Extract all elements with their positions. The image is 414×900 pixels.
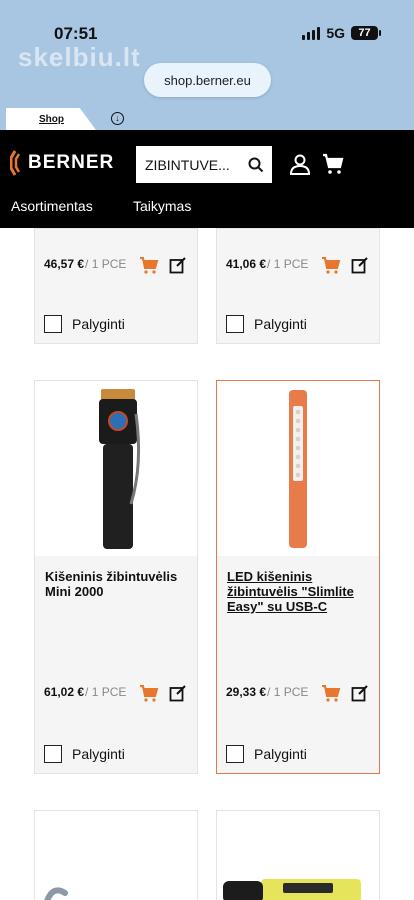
search-icon[interactable]	[240, 146, 272, 183]
cart-icon[interactable]	[319, 150, 347, 178]
network-type: 5G	[326, 25, 345, 41]
product-unit: / 1 PCE	[267, 685, 309, 699]
compare-option[interactable]: Palyginti	[226, 745, 307, 763]
add-to-list-icon[interactable]	[169, 684, 187, 702]
browser-top: 07:51 5G 77 skelbiu.lt shop.berner.eu Sh…	[0, 0, 414, 130]
product-image[interactable]	[35, 381, 197, 556]
price-row: 41,06 € / 1 PCE	[226, 257, 308, 271]
price-row: 29,33 € / 1 PCE	[226, 685, 308, 699]
product-card[interactable]	[34, 810, 198, 900]
url-bar[interactable]: shop.berner.eu	[144, 63, 271, 97]
product-price: 46,57 €	[44, 257, 85, 271]
signal-icon	[302, 26, 321, 40]
price-row: 46,57 € / 1 PCE	[44, 257, 126, 271]
compare-label: Palyginti	[72, 316, 125, 332]
url-text: shop.berner.eu	[164, 72, 251, 88]
brand-name: BERNER	[28, 152, 115, 173]
download-circle-icon[interactable]: ↓	[111, 112, 124, 125]
product-card-highlighted[interactable]: LED kišeninis žibintuvėlis "Slimlite Eas…	[216, 380, 380, 774]
product-unit: / 1 PCE	[85, 257, 127, 271]
site-header: BERNER ZIBINTUVE... Asortimentas Taikyma…	[0, 130, 414, 228]
brand-logo[interactable]: BERNER	[10, 150, 114, 176]
product-card[interactable]	[216, 810, 380, 900]
price-row: 61,02 € / 1 PCE	[44, 685, 126, 699]
compare-label: Palyginti	[72, 746, 125, 762]
compare-label: Palyginti	[254, 316, 307, 332]
compare-checkbox[interactable]	[226, 315, 244, 333]
compare-option[interactable]: Palyginti	[226, 315, 307, 333]
status-time: 07:51	[54, 24, 98, 43]
slimlite-image	[289, 390, 307, 548]
add-to-cart-icon[interactable]	[139, 256, 159, 274]
search-input[interactable]: ZIBINTUVE...	[136, 146, 272, 183]
add-to-cart-icon[interactable]	[139, 684, 159, 702]
product-unit: / 1 PCE	[85, 685, 127, 699]
product-card[interactable]: 41,06 € / 1 PCE Palyginti	[216, 228, 380, 344]
product-image[interactable]	[217, 381, 379, 556]
product-image	[44, 887, 68, 900]
add-to-cart-icon[interactable]	[321, 684, 341, 702]
add-to-list-icon[interactable]	[169, 256, 187, 274]
compare-label: Palyginti	[254, 746, 307, 762]
product-price: 61,02 €	[44, 685, 85, 699]
product-unit: / 1 PCE	[267, 257, 309, 271]
nav-application[interactable]: Taikymas	[133, 198, 191, 214]
add-to-list-icon[interactable]	[351, 256, 369, 274]
compare-checkbox[interactable]	[44, 315, 62, 333]
product-title-link[interactable]: LED kišeninis žibintuvėlis "Slimlite Eas…	[227, 569, 375, 614]
battery-level: 77	[358, 27, 371, 39]
compare-checkbox[interactable]	[44, 745, 62, 763]
compare-option[interactable]: Palyginti	[44, 745, 125, 763]
user-icon[interactable]	[286, 150, 314, 178]
product-price: 41,06 €	[226, 257, 267, 271]
tab-shop[interactable]: Shop	[6, 108, 96, 130]
add-to-list-icon[interactable]	[351, 684, 369, 702]
product-card[interactable]: 46,57 € / 1 PCE Palyginti	[34, 228, 198, 344]
product-card[interactable]: Kišeninis žibintuvėlis Mini 2000 61,02 €…	[34, 380, 198, 774]
product-title[interactable]: Kišeninis žibintuvėlis Mini 2000	[45, 569, 193, 599]
status-indicators: 5G 77	[302, 25, 381, 41]
compare-checkbox[interactable]	[226, 745, 244, 763]
nav-assortment[interactable]: Asortimentas	[11, 198, 93, 214]
watermark: skelbiu.lt	[18, 42, 141, 72]
battery-icon: 77	[351, 26, 381, 40]
search-value: ZIBINTUVE...	[145, 156, 230, 173]
flashlight-image	[99, 388, 141, 549]
product-image	[223, 879, 361, 900]
add-to-cart-icon[interactable]	[321, 256, 341, 274]
tab-shop-label: Shop	[39, 113, 64, 125]
compare-option[interactable]: Palyginti	[44, 315, 125, 333]
berner-logo-icon	[10, 150, 21, 176]
product-price: 29,33 €	[226, 685, 267, 699]
